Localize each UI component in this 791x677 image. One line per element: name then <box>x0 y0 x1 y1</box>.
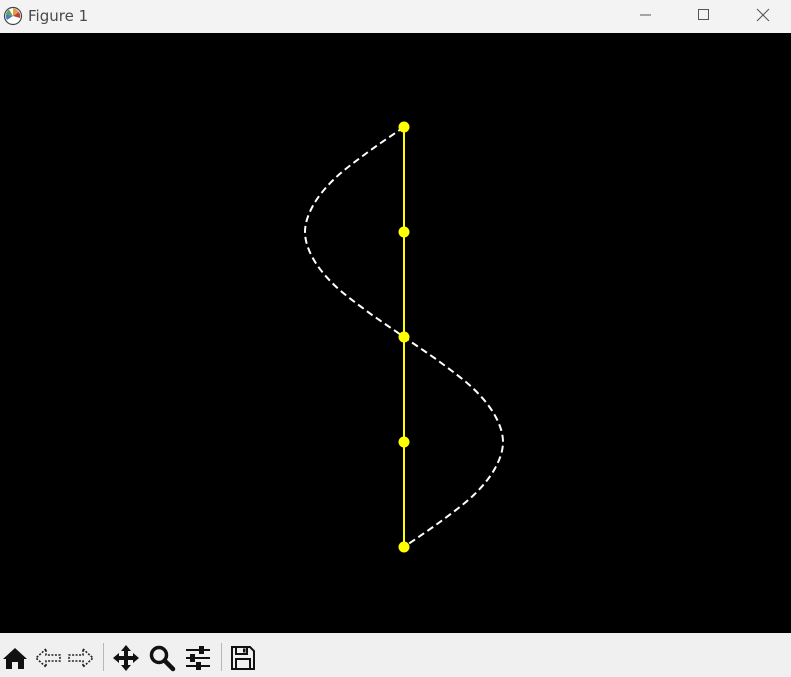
pan-icon <box>113 645 139 671</box>
data-point-marker <box>398 436 410 448</box>
matplotlib-logo-icon <box>3 6 23 26</box>
back-icon <box>34 647 61 669</box>
data-point-marker <box>398 121 410 133</box>
title-bar: Figure 1 <box>0 0 791 33</box>
save-icon <box>231 646 255 670</box>
maximize-button[interactable] <box>675 0 733 30</box>
close-icon <box>756 8 770 22</box>
home-icon <box>3 648 27 669</box>
data-point-marker <box>398 541 410 553</box>
data-point-marker <box>398 331 410 343</box>
figure-window: Figure 1 <box>0 0 791 677</box>
configure-subplots-button[interactable] <box>183 643 213 673</box>
navigation-toolbar <box>0 633 791 677</box>
figure-canvas[interactable] <box>0 33 791 633</box>
save-button[interactable] <box>228 643 258 673</box>
minimize-icon <box>640 14 651 16</box>
data-point-marker <box>398 226 410 238</box>
zoom-button[interactable] <box>147 643 177 673</box>
plot-svg <box>303 121 505 553</box>
back-button[interactable] <box>33 643 63 673</box>
window-title: Figure 1 <box>28 7 89 25</box>
forward-icon <box>68 647 95 669</box>
forward-button[interactable] <box>66 643 96 673</box>
maximize-icon <box>698 9 709 20</box>
home-button[interactable] <box>0 643 30 673</box>
pan-button[interactable] <box>111 643 141 673</box>
toolbar-separator <box>103 643 104 671</box>
close-button[interactable] <box>734 0 791 30</box>
configure-subplots-icon <box>186 646 210 670</box>
minimize-button[interactable] <box>617 0 675 30</box>
zoom-icon <box>149 645 176 672</box>
toolbar-separator <box>221 643 222 671</box>
